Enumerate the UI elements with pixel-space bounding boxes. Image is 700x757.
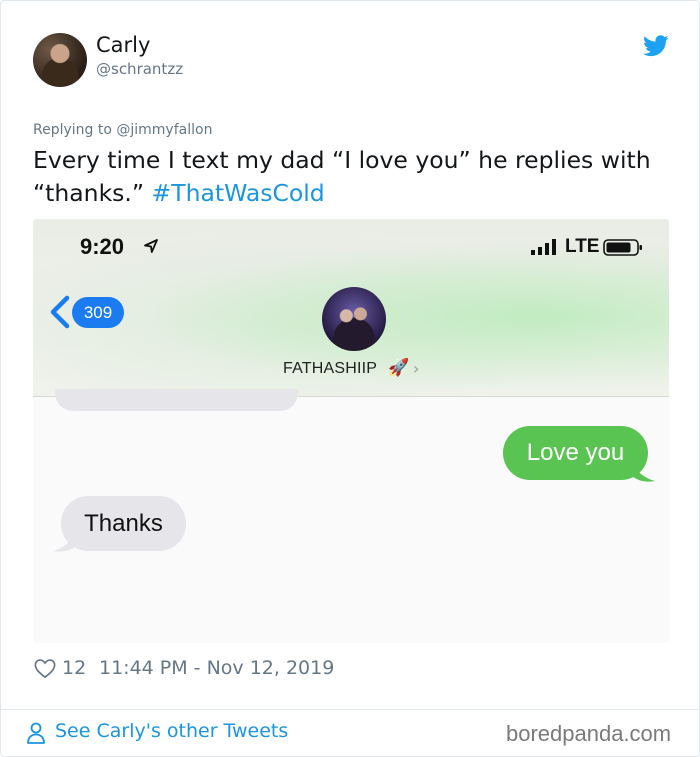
replying-to[interactable]: Replying to @jimmyfallon bbox=[33, 122, 212, 138]
previous-message-bubble bbox=[55, 389, 298, 411]
hashtag-link[interactable]: #ThatWasCold bbox=[152, 179, 325, 207]
see-other-tweets-link[interactable]: See Carly's other Tweets bbox=[55, 720, 288, 742]
footer-divider bbox=[1, 709, 699, 710]
location-arrow-icon bbox=[144, 239, 158, 253]
author-handle[interactable]: @schrantzz bbox=[96, 60, 183, 78]
tweet-timestamp[interactable]: 11:44 PM - Nov 12, 2019 bbox=[99, 657, 334, 679]
outgoing-message-bubble: Love you bbox=[503, 426, 648, 480]
tweet-media-screenshot[interactable]: 9:20 LTE 309 FATHASHIIP 🚀 › Love you Tha… bbox=[33, 219, 669, 643]
tweet-text: Every time I text my dad “I love you” he… bbox=[33, 144, 673, 210]
rocket-emoji: 🚀 bbox=[388, 358, 410, 378]
signal-bars-icon bbox=[531, 239, 556, 255]
unread-count-badge[interactable]: 309 bbox=[72, 297, 124, 328]
carrier-label: LTE bbox=[565, 236, 600, 257]
battery-icon bbox=[603, 239, 642, 256]
contact-avatar[interactable] bbox=[322, 287, 386, 351]
tweet-card: Carly @schrantzz Replying to @jimmyfallo… bbox=[0, 0, 700, 757]
twitter-bird-icon[interactable] bbox=[643, 34, 669, 58]
watermark: boredpanda.com bbox=[506, 721, 672, 746]
incoming-bubble-tail bbox=[53, 529, 77, 552]
heart-icon[interactable] bbox=[34, 658, 56, 679]
like-count: 12 bbox=[62, 657, 87, 679]
avatar[interactable] bbox=[33, 33, 87, 87]
incoming-message-bubble: Thanks bbox=[61, 496, 186, 551]
person-icon bbox=[27, 722, 45, 744]
tweet-body: Every time I text my dad “I love you” he… bbox=[33, 146, 651, 207]
status-time: 9:20 bbox=[80, 234, 125, 259]
back-chevron-icon[interactable] bbox=[48, 295, 70, 329]
chevron-right-icon[interactable]: › bbox=[413, 359, 419, 378]
outgoing-bubble-tail bbox=[631, 459, 655, 482]
author-name[interactable]: Carly bbox=[96, 33, 150, 57]
contact-name[interactable]: FATHASHIIP bbox=[283, 360, 377, 378]
imessage-header: 9:20 LTE 309 FATHASHIIP 🚀 › bbox=[33, 219, 669, 397]
